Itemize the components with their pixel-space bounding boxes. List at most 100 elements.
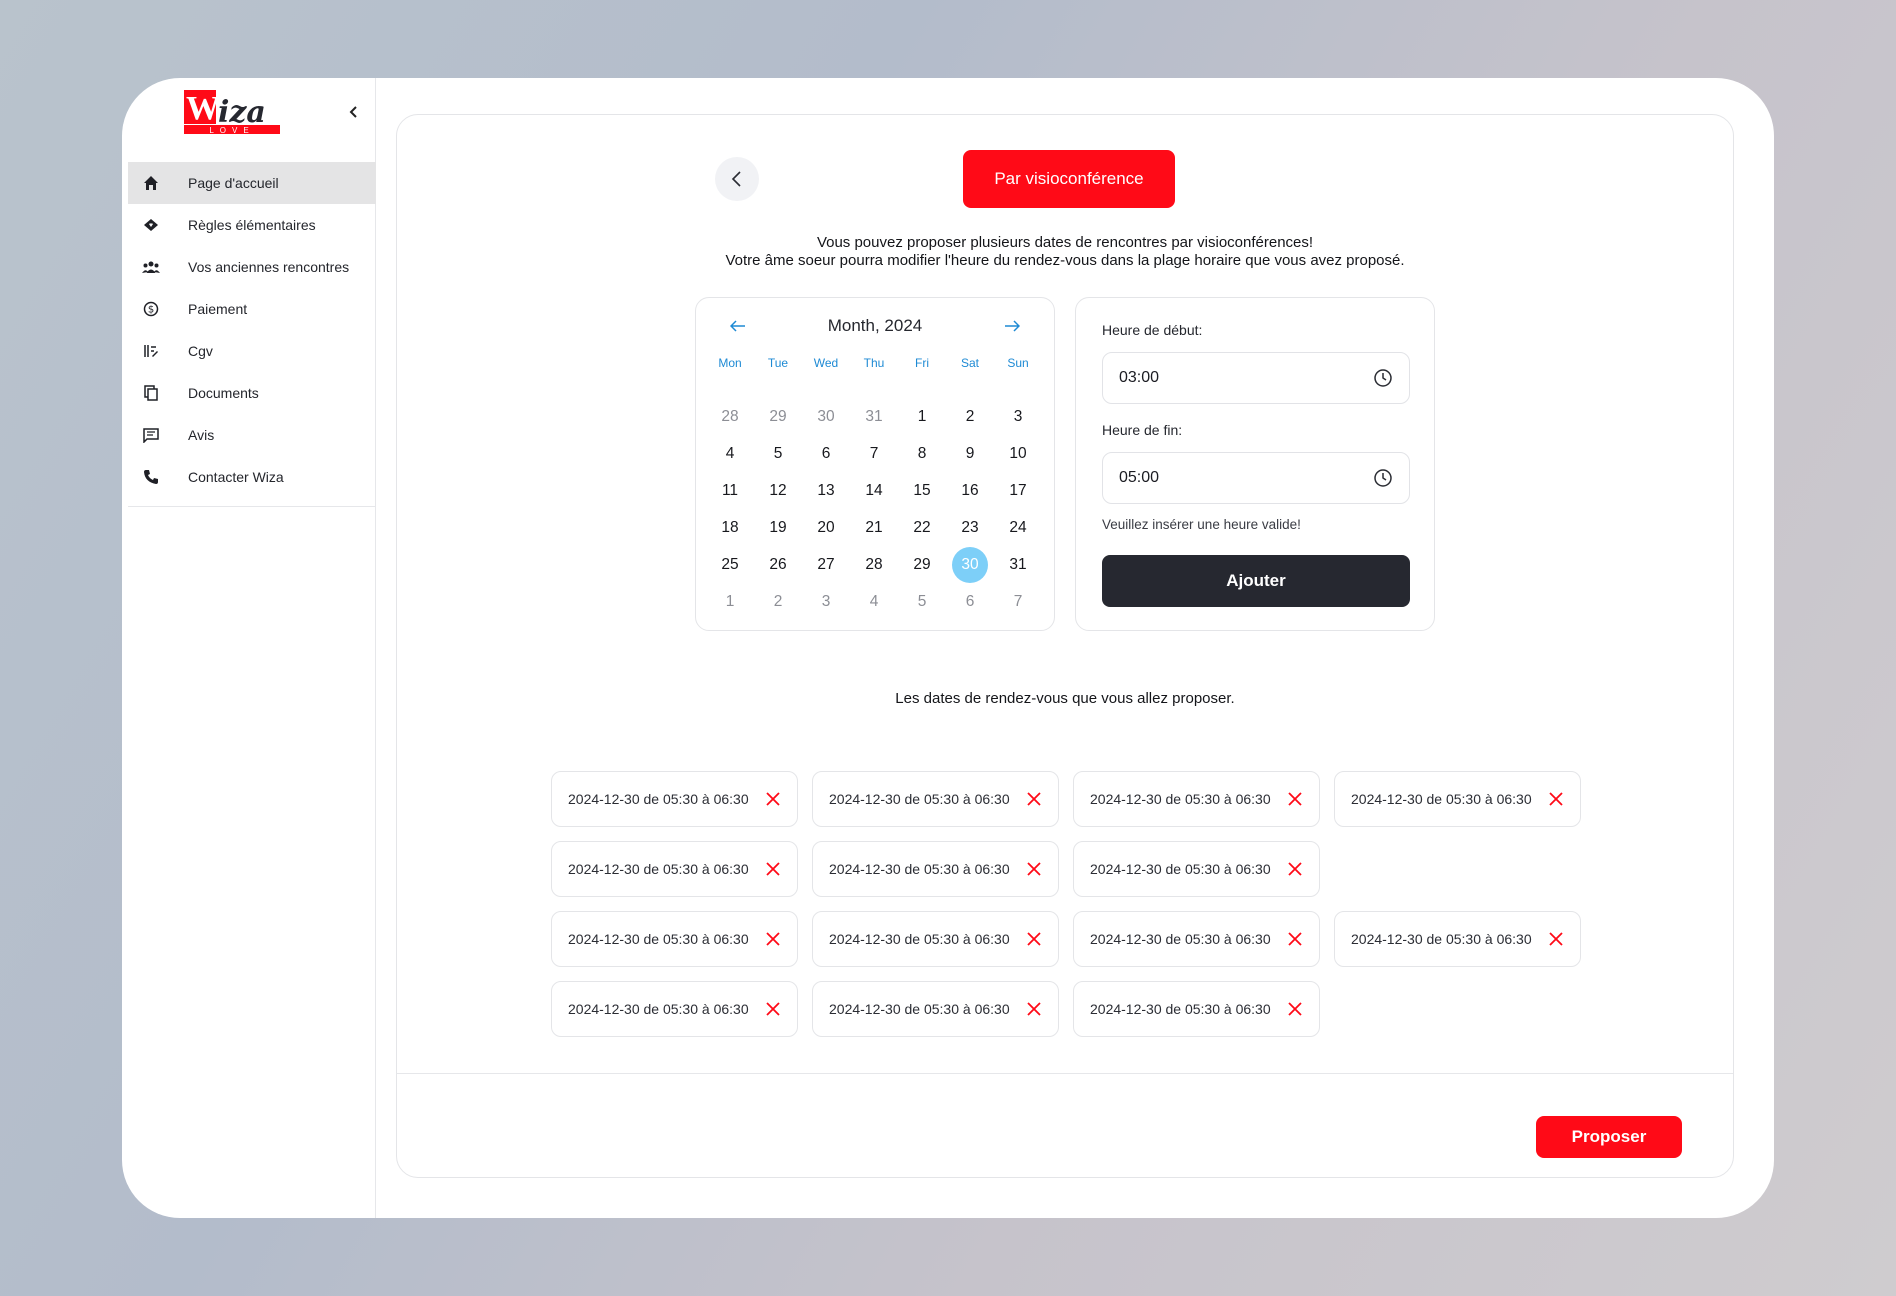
- proposed-slot: 2024-12-30 de 05:30 à 06:30: [1334, 911, 1581, 967]
- calendar-day[interactable]: 15: [898, 472, 946, 509]
- calendar-day[interactable]: 7: [850, 435, 898, 472]
- calendar-day[interactable]: 29: [754, 398, 802, 435]
- calendar-day[interactable]: 12: [754, 472, 802, 509]
- calendar-day[interactable]: 6: [802, 435, 850, 472]
- calendar-day[interactable]: 20: [802, 509, 850, 546]
- remove-slot-icon[interactable]: [1285, 999, 1305, 1019]
- back-button[interactable]: [715, 157, 759, 201]
- visio-mode-button[interactable]: Par visioconférence: [963, 150, 1175, 208]
- calendar-day-number: 29: [913, 555, 931, 573]
- slot-text: 2024-12-30 de 05:30 à 06:30: [1090, 791, 1271, 807]
- calendar-day[interactable]: 13: [802, 472, 850, 509]
- remove-slot-icon[interactable]: [1546, 929, 1566, 949]
- start-time-input[interactable]: 03:00: [1102, 352, 1410, 404]
- calendar-day[interactable]: 2: [946, 398, 994, 435]
- calendar-day[interactable]: 8: [898, 435, 946, 472]
- add-slot-button[interactable]: Ajouter: [1102, 555, 1410, 607]
- collapse-sidebar-button[interactable]: [342, 100, 366, 124]
- calendar-day-number: 22: [913, 518, 931, 536]
- calendar-day[interactable]: 9: [946, 435, 994, 472]
- calendar-day-number: 11: [721, 481, 739, 499]
- remove-slot-icon[interactable]: [763, 999, 783, 1019]
- calendar-day[interactable]: 4: [850, 583, 898, 620]
- weekday-label: Mon: [718, 356, 742, 370]
- calendar-day-number: 10: [1009, 444, 1027, 462]
- remove-slot-icon[interactable]: [1024, 999, 1044, 1019]
- remove-slot-icon[interactable]: [1546, 789, 1566, 809]
- calendar-day[interactable]: 4: [706, 435, 754, 472]
- calendar-day[interactable]: 26: [754, 546, 802, 583]
- end-time-value: 05:00: [1119, 469, 1160, 486]
- calendar-day[interactable]: 22: [898, 509, 946, 546]
- slot-text: 2024-12-30 de 05:30 à 06:30: [568, 861, 749, 877]
- clock-icon[interactable]: [1373, 368, 1393, 388]
- slot-text: 2024-12-30 de 05:30 à 06:30: [1351, 791, 1532, 807]
- calendar-day[interactable]: 3: [994, 398, 1042, 435]
- sidebar-item-paiement[interactable]: $ Paiement: [128, 288, 376, 330]
- slot-text: 2024-12-30 de 05:30 à 06:30: [568, 931, 749, 947]
- svg-text:W: W: [186, 90, 220, 127]
- proposed-slot: 2024-12-30 de 05:30 à 06:30: [812, 981, 1059, 1037]
- calendar-day[interactable]: 30: [802, 398, 850, 435]
- calendar-day[interactable]: 1: [898, 398, 946, 435]
- calendar-day-number: 17: [1009, 481, 1027, 499]
- calendar-day[interactable]: 1: [706, 583, 754, 620]
- calendar-day[interactable]: 21: [850, 509, 898, 546]
- remove-slot-icon[interactable]: [1024, 789, 1044, 809]
- calendar-day[interactable]: 11: [706, 472, 754, 509]
- sidebar-item-regles[interactable]: Règles élémentaires: [128, 204, 376, 246]
- calendar-day-number: 25: [721, 555, 739, 573]
- calendar-day[interactable]: 25: [706, 546, 754, 583]
- clock-icon[interactable]: [1373, 468, 1393, 488]
- calendar-day[interactable]: 17: [994, 472, 1042, 509]
- weekday-label: Sun: [1007, 356, 1029, 370]
- calendar-day-selected[interactable]: 30: [946, 546, 994, 583]
- calendar-day-number: 5: [773, 444, 783, 462]
- sidebar-item-avis[interactable]: Avis: [128, 414, 376, 456]
- remove-slot-icon[interactable]: [1285, 859, 1305, 879]
- remove-slot-icon[interactable]: [1285, 789, 1305, 809]
- weekday-label: Thu: [863, 356, 885, 370]
- calendar-day[interactable]: 28: [706, 398, 754, 435]
- calendar-day[interactable]: 14: [850, 472, 898, 509]
- calendar-day[interactable]: 3: [802, 583, 850, 620]
- sidebar-item-rencontres[interactable]: Vos anciennes rencontres: [128, 246, 376, 288]
- calendar-day[interactable]: 5: [754, 435, 802, 472]
- svg-text:$: $: [148, 305, 154, 316]
- end-time-input[interactable]: 05:00: [1102, 452, 1410, 504]
- calendar-day[interactable]: 6: [946, 583, 994, 620]
- slot-text: 2024-12-30 de 05:30 à 06:30: [829, 791, 1010, 807]
- calendar-day[interactable]: 24: [994, 509, 1042, 546]
- calendar-day[interactable]: 10: [994, 435, 1042, 472]
- sidebar-item-documents[interactable]: Documents: [128, 372, 376, 414]
- sidebar-item-accueil[interactable]: Page d'accueil: [128, 162, 376, 204]
- calendar-day[interactable]: 29: [898, 546, 946, 583]
- remove-slot-icon[interactable]: [763, 929, 783, 949]
- calendar-day[interactable]: 23: [946, 509, 994, 546]
- calendar-day[interactable]: 31: [850, 398, 898, 435]
- remove-slot-icon[interactable]: [1024, 929, 1044, 949]
- calendar-day[interactable]: 27: [802, 546, 850, 583]
- remove-slot-icon[interactable]: [1285, 929, 1305, 949]
- chevron-left-icon: [349, 106, 357, 118]
- calendar-day[interactable]: 31: [994, 546, 1042, 583]
- calendar-day[interactable]: 16: [946, 472, 994, 509]
- calendar-day[interactable]: 5: [898, 583, 946, 620]
- next-month-button[interactable]: [1000, 314, 1024, 338]
- calendar-day[interactable]: 19: [754, 509, 802, 546]
- calendar-day[interactable]: 18: [706, 509, 754, 546]
- remove-slot-icon[interactable]: [763, 789, 783, 809]
- wiza-logo[interactable]: W LOVE iza: [184, 90, 280, 136]
- sidebar-item-contacter[interactable]: Contacter Wiza: [128, 456, 376, 498]
- propose-button[interactable]: Proposer: [1536, 1116, 1682, 1158]
- calendar-day[interactable]: 28: [850, 546, 898, 583]
- remove-slot-icon[interactable]: [763, 859, 783, 879]
- proposed-slot: 2024-12-30 de 05:30 à 06:30: [551, 841, 798, 897]
- calendar-day[interactable]: 7: [994, 583, 1042, 620]
- slot-row: 2024-12-30 de 05:30 à 06:30 2024-12-30 de…: [551, 771, 1591, 827]
- sidebar-item-cgv[interactable]: Cgv: [128, 330, 376, 372]
- remove-slot-icon[interactable]: [1024, 859, 1044, 879]
- calendar-day[interactable]: 2: [754, 583, 802, 620]
- arrow-right-icon: [1005, 320, 1020, 332]
- calendar-day-number: 1: [917, 407, 927, 425]
